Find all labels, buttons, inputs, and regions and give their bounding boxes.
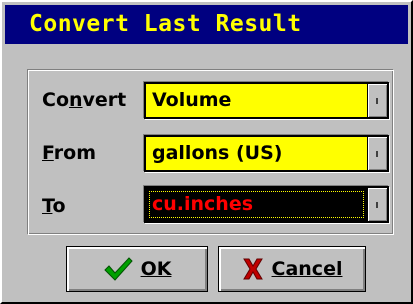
from-label-text: From <box>42 142 96 164</box>
checkmark-icon <box>103 257 133 281</box>
dropdown-arrow-icon[interactable] <box>367 137 387 170</box>
convert-dialog: Convert Last Result Convert Volume From … <box>0 0 413 304</box>
dialog-title: Convert Last Result <box>5 5 408 44</box>
to-value: cu.inches <box>146 188 367 221</box>
convert-select[interactable]: Volume <box>144 82 389 119</box>
to-label: To <box>42 195 66 217</box>
x-icon <box>242 258 263 280</box>
from-value: gallons (US) <box>146 137 367 170</box>
cancel-label: Cancel <box>271 258 343 280</box>
convert-value: Volume <box>146 84 367 117</box>
from-label: From <box>42 142 96 164</box>
to-label-text: To <box>42 195 66 217</box>
from-select[interactable]: gallons (US) <box>144 135 389 172</box>
convert-label: Convert <box>42 89 126 111</box>
to-select[interactable]: cu.inches <box>144 186 389 223</box>
ok-label: OK <box>140 258 172 280</box>
cancel-button[interactable]: Cancel <box>218 246 366 292</box>
dropdown-arrow-icon[interactable] <box>367 84 387 117</box>
ok-button[interactable]: OK <box>66 246 208 292</box>
dropdown-arrow-icon[interactable] <box>367 188 387 221</box>
convert-label-text: Convert <box>42 89 127 111</box>
